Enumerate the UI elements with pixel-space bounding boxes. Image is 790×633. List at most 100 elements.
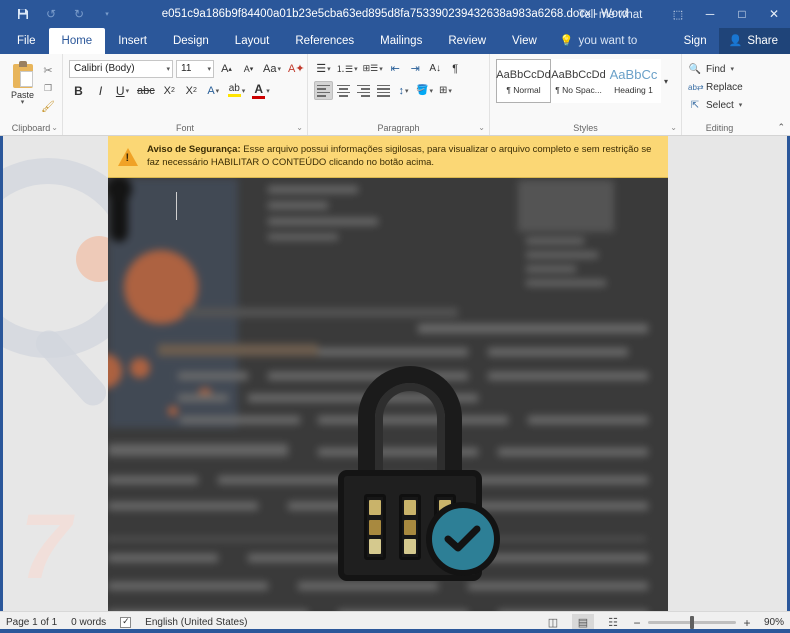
align-left-icon[interactable] [314, 81, 333, 100]
chevron-down-icon[interactable]: ▾ [94, 3, 120, 25]
paste-button[interactable]: Paste ▾ [6, 59, 39, 114]
dialog-launcher-icon[interactable]: ⌄ [670, 121, 677, 134]
text-effects-icon[interactable]: A ▾ [204, 81, 223, 100]
check-badge-icon [426, 502, 500, 576]
strikethrough-icon[interactable]: abc [135, 81, 157, 100]
style-normal[interactable]: AaBbCcDd ¶ Normal [496, 59, 551, 103]
tab-view[interactable]: View [499, 28, 550, 54]
ribbon-display-options-icon[interactable]: ⬚ [662, 0, 694, 28]
shading-icon[interactable]: 🪣 ▾ [414, 81, 435, 100]
share-button[interactable]: 👤 Share [718, 28, 790, 54]
checkmark-icon [444, 525, 481, 552]
select-label: Select [706, 99, 734, 111]
language-indicator[interactable]: English (United States) [145, 617, 247, 628]
editing-group-label: Editing [705, 123, 734, 133]
clipboard-group-label: Clipboard ⌄ [11, 121, 58, 134]
tab-home[interactable]: Home [48, 28, 106, 54]
decrease-indent-icon[interactable]: ⇤ [386, 59, 405, 78]
change-case-icon[interactable]: Aa ▾ [261, 59, 283, 78]
dialog-launcher-icon[interactable]: ⌄ [296, 121, 303, 134]
dialog-launcher-icon[interactable]: ⌄ [51, 121, 58, 134]
security-warning-banner: Aviso de Segurança: Esse arquivo possui … [108, 136, 668, 178]
ribbon-group-styles: AaBbCcDd ¶ Normal AaBbCcDd ¶ No Spac... … [489, 54, 681, 135]
tab-file[interactable]: File [4, 28, 49, 54]
zoom-out-button[interactable]: − [632, 616, 642, 630]
show-marks-icon[interactable]: ¶ [446, 59, 465, 78]
multilevel-list-icon[interactable]: ⊞☰ ▾ [361, 59, 385, 78]
minimize-icon[interactable]: ─ [694, 0, 726, 28]
zoom-level-label[interactable]: 90% [758, 617, 784, 628]
justify-icon[interactable] [374, 81, 393, 100]
styles-gallery: AaBbCcDd ¶ Normal AaBbCcDd ¶ No Spac... … [496, 59, 668, 103]
proofing-status[interactable] [120, 616, 132, 628]
cut-icon[interactable]: ✂ [39, 62, 57, 78]
zoom-slider[interactable] [648, 616, 736, 629]
increase-indent-icon[interactable]: ⇥ [406, 59, 425, 78]
font-name-input[interactable]: Calibri (Body) ▾ [69, 59, 173, 78]
select-button[interactable]: ⇱ Select ▾ [688, 97, 743, 113]
tab-references[interactable]: References [282, 28, 367, 54]
sort-icon[interactable]: A↓ [426, 59, 445, 78]
document-content-area[interactable] [108, 178, 668, 611]
align-right-icon[interactable] [354, 81, 373, 100]
bullets-icon[interactable]: ☰ ▾ [314, 59, 333, 78]
page-indicator[interactable]: Page 1 of 1 [6, 617, 57, 628]
underline-icon[interactable]: U ▾ [113, 81, 132, 100]
format-painter-icon[interactable]: 🖌 [39, 98, 57, 114]
borders-icon[interactable]: ⊞ ▾ [436, 81, 455, 100]
style-heading-1[interactable]: AaBbCc Heading 1 [606, 59, 661, 103]
styles-more-button[interactable]: ▾ [661, 59, 668, 103]
clear-formatting-icon[interactable]: A✦ [286, 59, 307, 78]
style-preview: AaBbCcDd [551, 68, 606, 81]
sign-in-button[interactable]: Sign in [672, 28, 719, 73]
font-color-icon[interactable]: A ▾ [250, 81, 272, 100]
lightbulb-icon: 💡 [559, 35, 574, 47]
chevron-down-icon: ▾ [166, 65, 170, 73]
document-page[interactable]: Aviso de Segurança: Esse arquivo possui … [108, 136, 668, 611]
font-size-input[interactable]: 11 ▾ [176, 59, 214, 78]
subscript-icon[interactable]: X2 [160, 81, 179, 100]
copy-icon[interactable]: ❐ [39, 80, 57, 96]
dialog-launcher-icon[interactable]: ⌄ [478, 121, 485, 134]
word-application-window: ↺ ↻ ▾ e051c9a186b9f84400a01b23e5cba63ed8… [0, 0, 790, 633]
bold-icon[interactable]: B [69, 81, 88, 100]
save-icon[interactable] [10, 3, 36, 25]
tab-design[interactable]: Design [160, 28, 222, 54]
maximize-icon[interactable]: □ [726, 0, 758, 28]
chevron-down-icon: ▾ [738, 102, 743, 109]
find-button[interactable]: 🔍 Find ▾ [688, 61, 734, 77]
padlock-dial [364, 494, 386, 560]
tab-insert[interactable]: Insert [105, 28, 160, 54]
word-count[interactable]: 0 words [71, 617, 106, 628]
padlock-dial [399, 494, 421, 560]
italic-icon[interactable]: I [91, 81, 110, 100]
window-controls: ⬚ ─ □ ✕ [662, 0, 790, 28]
style-preview: AaBbCcDd [496, 68, 551, 81]
style-no-spacing[interactable]: AaBbCcDd ¶ No Spac... [551, 59, 606, 103]
tab-review[interactable]: Review [435, 28, 499, 54]
collapse-ribbon-icon[interactable]: ⌃ [777, 122, 785, 133]
align-center-icon[interactable] [334, 81, 353, 100]
superscript-icon[interactable]: X2 [182, 81, 201, 100]
chevron-down-icon: ▾ [730, 66, 734, 73]
tab-layout[interactable]: Layout [222, 28, 283, 54]
chevron-down-icon: ▾ [207, 65, 211, 73]
close-icon[interactable]: ✕ [758, 0, 790, 28]
redo-icon[interactable]: ↻ [66, 3, 92, 25]
style-label: Heading 1 [614, 84, 653, 95]
undo-icon[interactable]: ↺ [38, 3, 64, 25]
search-icon: 🔍 [688, 63, 702, 75]
grow-font-icon[interactable]: A ▴ [217, 59, 236, 78]
ribbon-group-font: Calibri (Body) ▾ 11 ▾ A ▴ A ▾ Aa ▾ A✦ B I U… [62, 54, 307, 135]
quick-access-toolbar: ↺ ↻ ▾ [0, 3, 120, 25]
numbering-icon[interactable]: ⒈☰ ▾ [334, 59, 360, 78]
zoom-slider-thumb[interactable] [690, 616, 694, 629]
tell-me-search[interactable]: 💡 Tell me what you want to do... [550, 9, 672, 73]
shrink-font-icon[interactable]: A ▾ [239, 59, 258, 78]
zoom-in-button[interactable]: + [742, 616, 752, 630]
paste-icon [10, 61, 36, 89]
line-spacing-icon[interactable]: ↕ ▾ [394, 81, 413, 100]
text-highlight-icon[interactable]: ab ▾ [226, 81, 248, 100]
replace-button[interactable]: ab⇄ Replace [688, 79, 743, 95]
tab-mailings[interactable]: Mailings [367, 28, 435, 54]
